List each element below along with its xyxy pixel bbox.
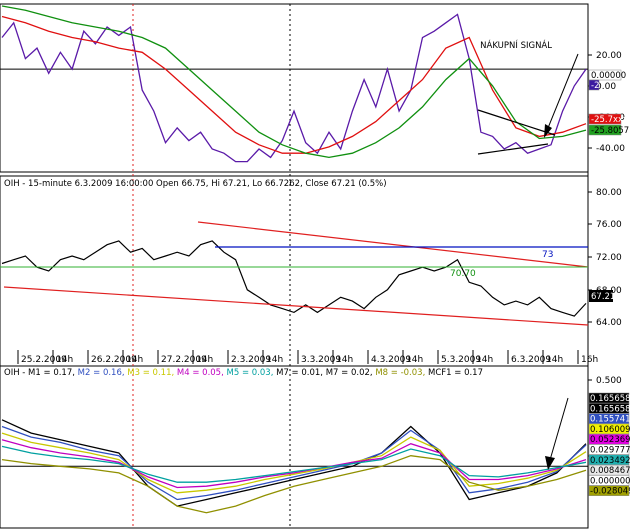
- chart-svg: NÁKUPNÍ SIGNÁL OIH - 15-minute 6.3.2009 …: [0, 3, 630, 529]
- panel3-plot: [0, 419, 588, 514]
- x-tick-label: 14h: [266, 355, 283, 365]
- panel3-header: OIH - M1 = 0.17, M2 = 0.16, M3 = 0.11, M…: [4, 368, 483, 378]
- header-segment: M8 = -0.03,: [375, 368, 428, 378]
- green-level-label: 70.70: [450, 269, 476, 279]
- panel3-header-text: OIH - M1 = 0.17, M2 = 0.16, M3 = 0.11, M…: [4, 368, 483, 378]
- header-segment: M7 = 0.01, M7 = 0.02,: [276, 368, 375, 378]
- panel2-plot: [1, 240, 587, 317]
- tick-label: 68.00: [596, 286, 622, 296]
- value-box-text: 0.023492: [590, 456, 630, 466]
- header-segment: M4 = 0.05,: [177, 368, 227, 378]
- tick-label: 0.500: [596, 376, 622, 386]
- value-box-text: -25.8057: [591, 126, 629, 136]
- panel3-arrow-line: [549, 397, 569, 461]
- value-box-text: -0.028049: [590, 487, 630, 497]
- support-trendline: [3, 286, 589, 326]
- x-tick-label: 14h: [546, 355, 563, 365]
- value-box-text: 0.165658: [590, 404, 630, 414]
- triangle-upper-line: [477, 109, 556, 136]
- header-segment: M3 = 0.11,: [127, 368, 177, 378]
- header-segment: OIH - M1 = 0.17,: [4, 368, 78, 378]
- value-box-text: -25.7xxx: [591, 115, 628, 125]
- series-line-2-2: [1, 432, 587, 494]
- panel2-frame: [0, 175, 589, 367]
- header-segment: M5 = 0.03,: [227, 368, 277, 378]
- annotation-arrow-line: [547, 53, 579, 129]
- series-line-0-0: [1, 13, 587, 163]
- series-line-0-2: [1, 5, 587, 159]
- panel1-frame: [0, 3, 589, 173]
- annotation-arrow-head: [544, 124, 552, 138]
- value-box-text: 0.000000: [590, 476, 630, 486]
- value-box-text: 0.008467: [590, 466, 630, 476]
- x-tick-label: 14h: [126, 355, 143, 365]
- tick-label: 80.00: [596, 188, 622, 198]
- buy-signal-annotation: NÁKUPNÍ SIGNÁL: [480, 39, 552, 51]
- tick-label: 20.00: [596, 51, 622, 61]
- right-axis-value-boxes: 0.00000-2 -25.7xxx-25.8057 0.1656580.16565…: [588, 69, 630, 497]
- value-box-text: 0.052369: [590, 435, 630, 445]
- series-line-2-5: [1, 455, 587, 514]
- x-tick-label: 14h: [56, 355, 73, 365]
- blue-level-label: 73: [542, 250, 553, 260]
- chart-canvas: NÁKUPNÍ SIGNÁL OIH - 15-minute 6.3.2009 …: [0, 0, 630, 530]
- header-segment: MCF1 = 0.17: [428, 368, 483, 378]
- tick-label: -40.00: [596, 144, 625, 154]
- tick-label: 72.00: [596, 253, 622, 263]
- x-tick-label: 14h: [476, 355, 493, 365]
- value-box-text: 0.165658: [590, 394, 630, 404]
- panel1-plot: [0, 5, 588, 163]
- x-tick-label: 16h: [581, 355, 598, 365]
- x-tick-label: 14h: [336, 355, 353, 365]
- x-tick-label: 14h: [406, 355, 423, 365]
- value-box-text: -2: [591, 81, 599, 91]
- x-tick-label: 14h: [196, 355, 213, 365]
- header-segment: M2 = 0.16,: [78, 368, 128, 378]
- series-line-2-1: [1, 425, 587, 501]
- tick-label: 64.00: [596, 318, 622, 328]
- tick-label: 76.00: [596, 220, 622, 230]
- panel2-header: OIH - 15-minute 6.3.2009 16:00:00 Open 6…: [4, 179, 387, 189]
- panel3-frame: [0, 365, 589, 529]
- value-box-text: 0.00000: [591, 71, 626, 81]
- series-line-2-0: [1, 419, 587, 507]
- resistance-trendline: [197, 221, 589, 268]
- panel2-xaxis-labels: 25.2.200914h 26.2.200914h 27.2.200914h 2.3.…: [17, 350, 598, 365]
- value-box-text: 0.106009: [590, 425, 630, 435]
- value-box-text: 0.155741: [590, 415, 630, 425]
- value-box-text: 0.029777: [590, 446, 630, 456]
- series-line-1-0: [1, 240, 587, 317]
